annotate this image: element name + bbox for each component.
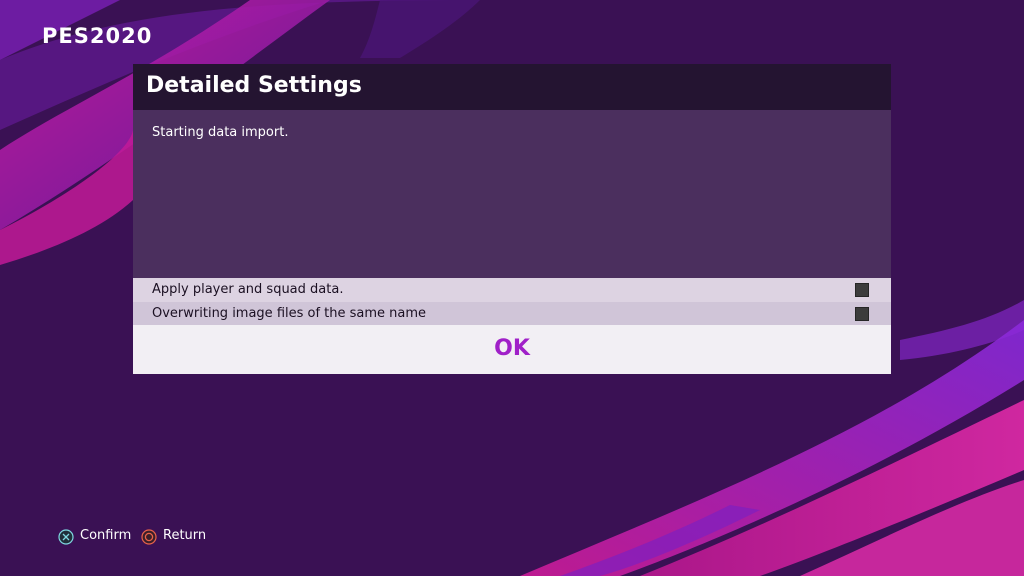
message-text: Starting data import. bbox=[152, 125, 289, 140]
message-area: Starting data import. bbox=[133, 110, 891, 278]
circle-button-icon bbox=[141, 529, 157, 545]
option-label: Apply player and squad data. bbox=[152, 282, 344, 297]
pes2020-logo: PES2020 bbox=[42, 24, 153, 48]
option-apply-player-squad-data[interactable]: Apply player and squad data. bbox=[133, 278, 891, 302]
detailed-settings-dialog: Detailed Settings Starting data import. … bbox=[133, 64, 891, 374]
ok-button[interactable]: OK bbox=[133, 325, 891, 374]
ok-button-label: OK bbox=[494, 336, 530, 361]
dialog-header: Detailed Settings bbox=[133, 64, 891, 110]
confirm-hint-label: Confirm bbox=[80, 528, 132, 543]
dialog-title: Detailed Settings bbox=[146, 73, 362, 98]
option-label: Overwriting image files of the same name bbox=[152, 306, 427, 321]
return-hint-label: Return bbox=[163, 528, 207, 543]
cross-button-icon bbox=[58, 529, 74, 545]
apply-player-squad-data-checkbox[interactable] bbox=[855, 283, 869, 297]
overwrite-image-files-checkbox[interactable] bbox=[855, 307, 869, 321]
option-overwrite-image-files[interactable]: Overwriting image files of the same name bbox=[133, 302, 891, 325]
